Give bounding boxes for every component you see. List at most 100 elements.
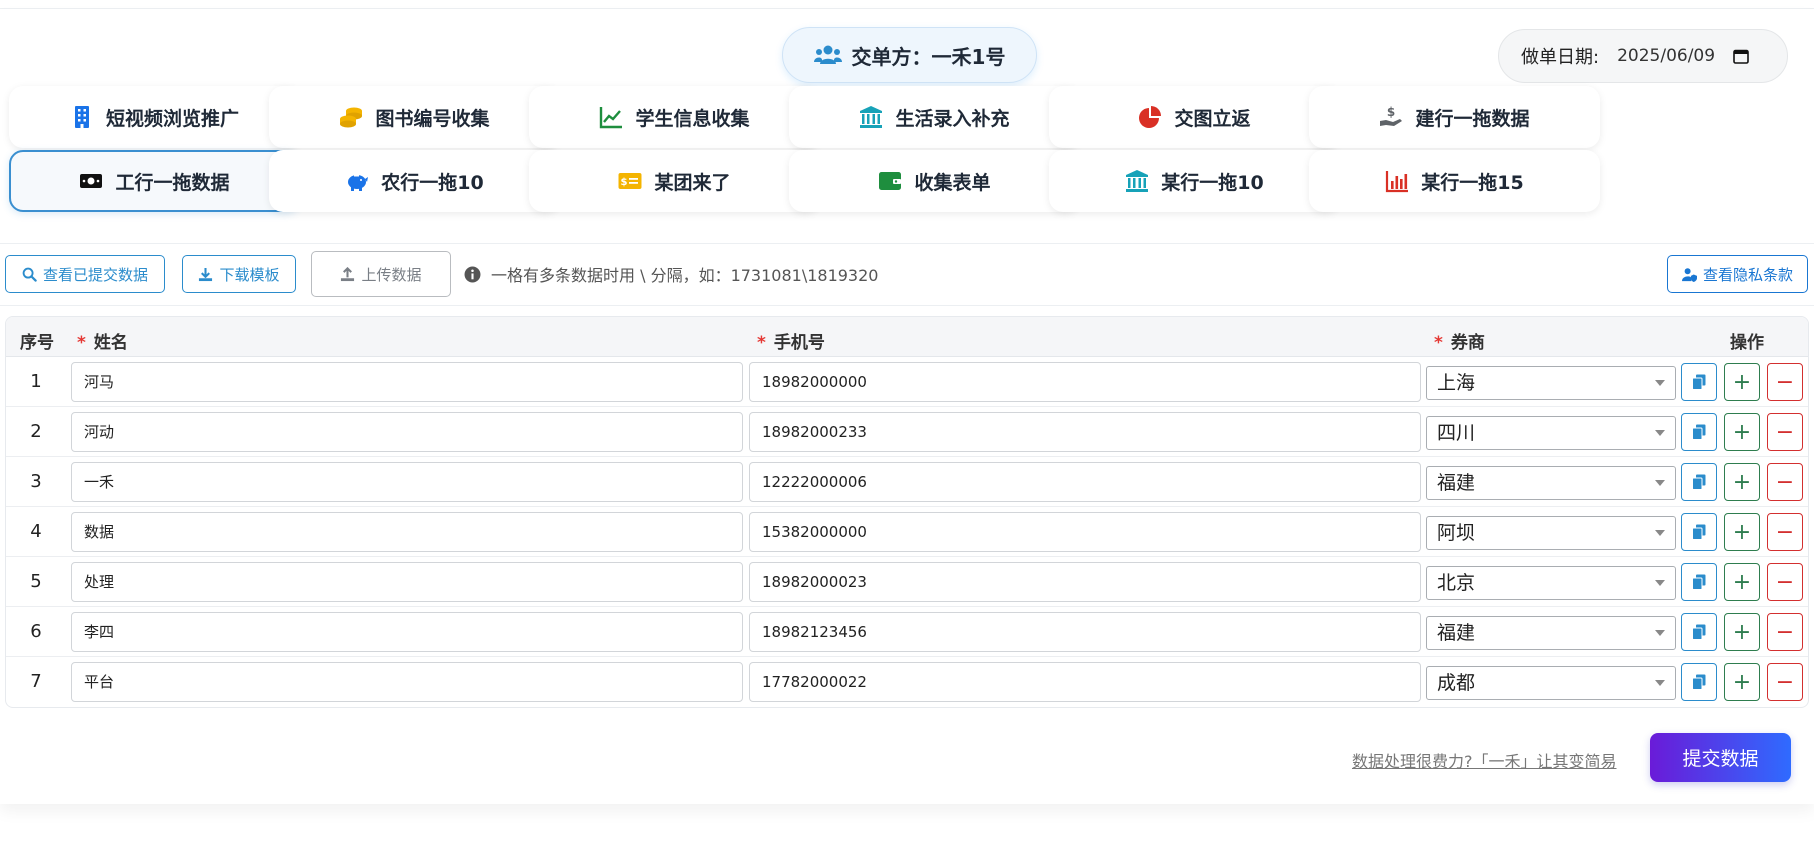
remove-row-button[interactable]: − — [1767, 613, 1803, 651]
tab-group-coming[interactable]: $ 某团来了 — [529, 150, 820, 212]
name-input[interactable]: 河动 — [71, 412, 743, 452]
name-input[interactable]: 李四 — [71, 612, 743, 652]
coins-icon — [340, 107, 363, 128]
copy-row-button[interactable] — [1681, 513, 1717, 551]
upload-data-button[interactable]: 上传数据 — [311, 251, 451, 297]
tab-label: 生活录入补充 — [895, 107, 1010, 130]
order-date-value[interactable]: 2025/06/09 — [1617, 46, 1715, 66]
remove-row-button[interactable]: − — [1767, 563, 1803, 601]
broker-selected-value: 北京 — [1437, 572, 1476, 594]
copy-row-button[interactable] — [1681, 663, 1717, 701]
phone-input[interactable]: 18982123456 — [749, 612, 1421, 652]
download-template-button[interactable]: 下载模板 — [182, 255, 296, 293]
copy-icon — [1692, 374, 1706, 390]
tabs-divider — [0, 243, 1814, 244]
phone-input[interactable]: 17782000022 — [749, 662, 1421, 702]
tab-label: 工行一拖数据 — [115, 171, 230, 194]
name-input[interactable]: 数据 — [71, 512, 743, 552]
wallet-icon — [879, 172, 902, 190]
tab-photo-rebate[interactable]: 交图立返 — [1049, 86, 1340, 148]
broker-select[interactable]: 福建 — [1426, 466, 1676, 500]
required-mark: * — [77, 333, 86, 353]
phone-input[interactable]: 18982000000 — [749, 362, 1421, 402]
tab-bank-batch-10[interactable]: 某行一拖10 — [1049, 150, 1340, 212]
tagline-link[interactable]: 数据处理很费力?「一禾」让其变简易 — [1352, 748, 1617, 772]
broker-select[interactable]: 成都 — [1426, 666, 1676, 700]
broker-selected-value: 阿坝 — [1437, 522, 1476, 544]
row-index: 1 — [30, 371, 42, 392]
phone-input[interactable]: 18982000023 — [749, 562, 1421, 602]
header-phone: * 手机号 — [757, 333, 825, 353]
copy-icon — [1692, 474, 1706, 490]
money-check-icon: $ — [618, 173, 642, 189]
view-submitted-button[interactable]: 查看已提交数据 — [5, 255, 165, 293]
svg-text:$: $ — [1387, 105, 1395, 119]
tab-collect-form[interactable]: 收集表单 — [789, 150, 1080, 212]
user-shield-icon — [1681, 267, 1697, 282]
remove-row-button[interactable]: − — [1767, 513, 1803, 551]
header-actions: 操作 — [1730, 333, 1764, 353]
remove-row-button[interactable]: − — [1767, 363, 1803, 401]
calendar-icon[interactable] — [1733, 48, 1749, 64]
broker-select[interactable]: 上海 — [1426, 366, 1676, 400]
view-privacy-button[interactable]: 查看隐私条款 — [1667, 255, 1808, 293]
tab-ccb-batch-data[interactable]: $ 建行一拖数据 — [1309, 86, 1600, 148]
add-row-button[interactable]: + — [1724, 613, 1760, 651]
users-icon — [813, 45, 842, 64]
tab-abc-batch-10[interactable]: 农行一拖10 — [269, 150, 560, 212]
caret-down-icon — [1655, 380, 1665, 386]
tab-life-entry-supplement[interactable]: 生活录入补充 — [789, 86, 1080, 148]
building-icon — [74, 106, 89, 128]
phone-input[interactable]: 18982000233 — [749, 412, 1421, 452]
broker-select[interactable]: 阿坝 — [1426, 516, 1676, 550]
table-row: 4 数据 15382000000 阿坝 + − — [6, 507, 1808, 557]
remove-row-button[interactable]: − — [1767, 663, 1803, 701]
broker-select[interactable]: 福建 — [1426, 616, 1676, 650]
download-icon — [199, 267, 213, 281]
copy-row-button[interactable] — [1681, 463, 1717, 501]
copy-icon — [1692, 424, 1706, 440]
row-index: 3 — [30, 471, 42, 492]
broker-select[interactable]: 北京 — [1426, 566, 1676, 600]
upload-icon — [341, 266, 355, 281]
tab-student-info-collect[interactable]: 学生信息收集 — [529, 86, 820, 148]
tab-short-video-promo[interactable]: 短视频浏览推广 — [9, 86, 300, 148]
broker-selected-value: 上海 — [1437, 372, 1476, 394]
tab-icbc-batch-data[interactable]: 工行一拖数据 — [9, 150, 300, 212]
table-row: 6 李四 18982123456 福建 + − — [6, 607, 1808, 657]
tab-book-number-collect[interactable]: 图书编号收集 — [269, 86, 560, 148]
order-date-field[interactable]: 做单日期: 2025/06/09 — [1498, 29, 1788, 83]
copy-row-button[interactable] — [1681, 563, 1717, 601]
add-row-button[interactable]: + — [1724, 363, 1760, 401]
submitting-party-label: 交单方：一禾1号 — [851, 44, 1006, 69]
add-row-button[interactable]: + — [1724, 663, 1760, 701]
add-row-button[interactable]: + — [1724, 513, 1760, 551]
phone-input[interactable]: 15382000000 — [749, 512, 1421, 552]
copy-row-button[interactable] — [1681, 413, 1717, 451]
piggy-bank-icon — [348, 175, 369, 191]
tab-label: 收集表单 — [914, 171, 991, 194]
copy-row-button[interactable] — [1681, 613, 1717, 651]
name-input[interactable]: 处理 — [71, 562, 743, 602]
svg-text:$: $ — [621, 177, 628, 188]
phone-input[interactable]: 12222000006 — [749, 462, 1421, 502]
tab-label: 图书编号收集 — [375, 107, 490, 130]
tab-bank-batch-15[interactable]: 某行一拖15 — [1309, 150, 1600, 212]
tab-label: 学生信息收集 — [635, 107, 750, 130]
name-input[interactable]: 平台 — [71, 662, 743, 702]
add-row-button[interactable]: + — [1724, 463, 1760, 501]
row-index: 5 — [30, 571, 42, 592]
add-row-button[interactable]: + — [1724, 563, 1760, 601]
add-row-button[interactable]: + — [1724, 413, 1760, 451]
broker-select[interactable]: 四川 — [1426, 416, 1676, 450]
copy-icon — [1692, 574, 1706, 590]
submit-data-button[interactable]: 提交数据 — [1650, 733, 1791, 782]
name-input[interactable]: 一禾 — [71, 462, 743, 502]
remove-row-button[interactable]: − — [1767, 413, 1803, 451]
caret-down-icon — [1655, 530, 1665, 536]
caret-down-icon — [1655, 680, 1665, 686]
table-row: 1 河马 18982000000 上海 + − — [6, 357, 1808, 407]
name-input[interactable]: 河马 — [71, 362, 743, 402]
remove-row-button[interactable]: − — [1767, 463, 1803, 501]
copy-row-button[interactable] — [1681, 363, 1717, 401]
